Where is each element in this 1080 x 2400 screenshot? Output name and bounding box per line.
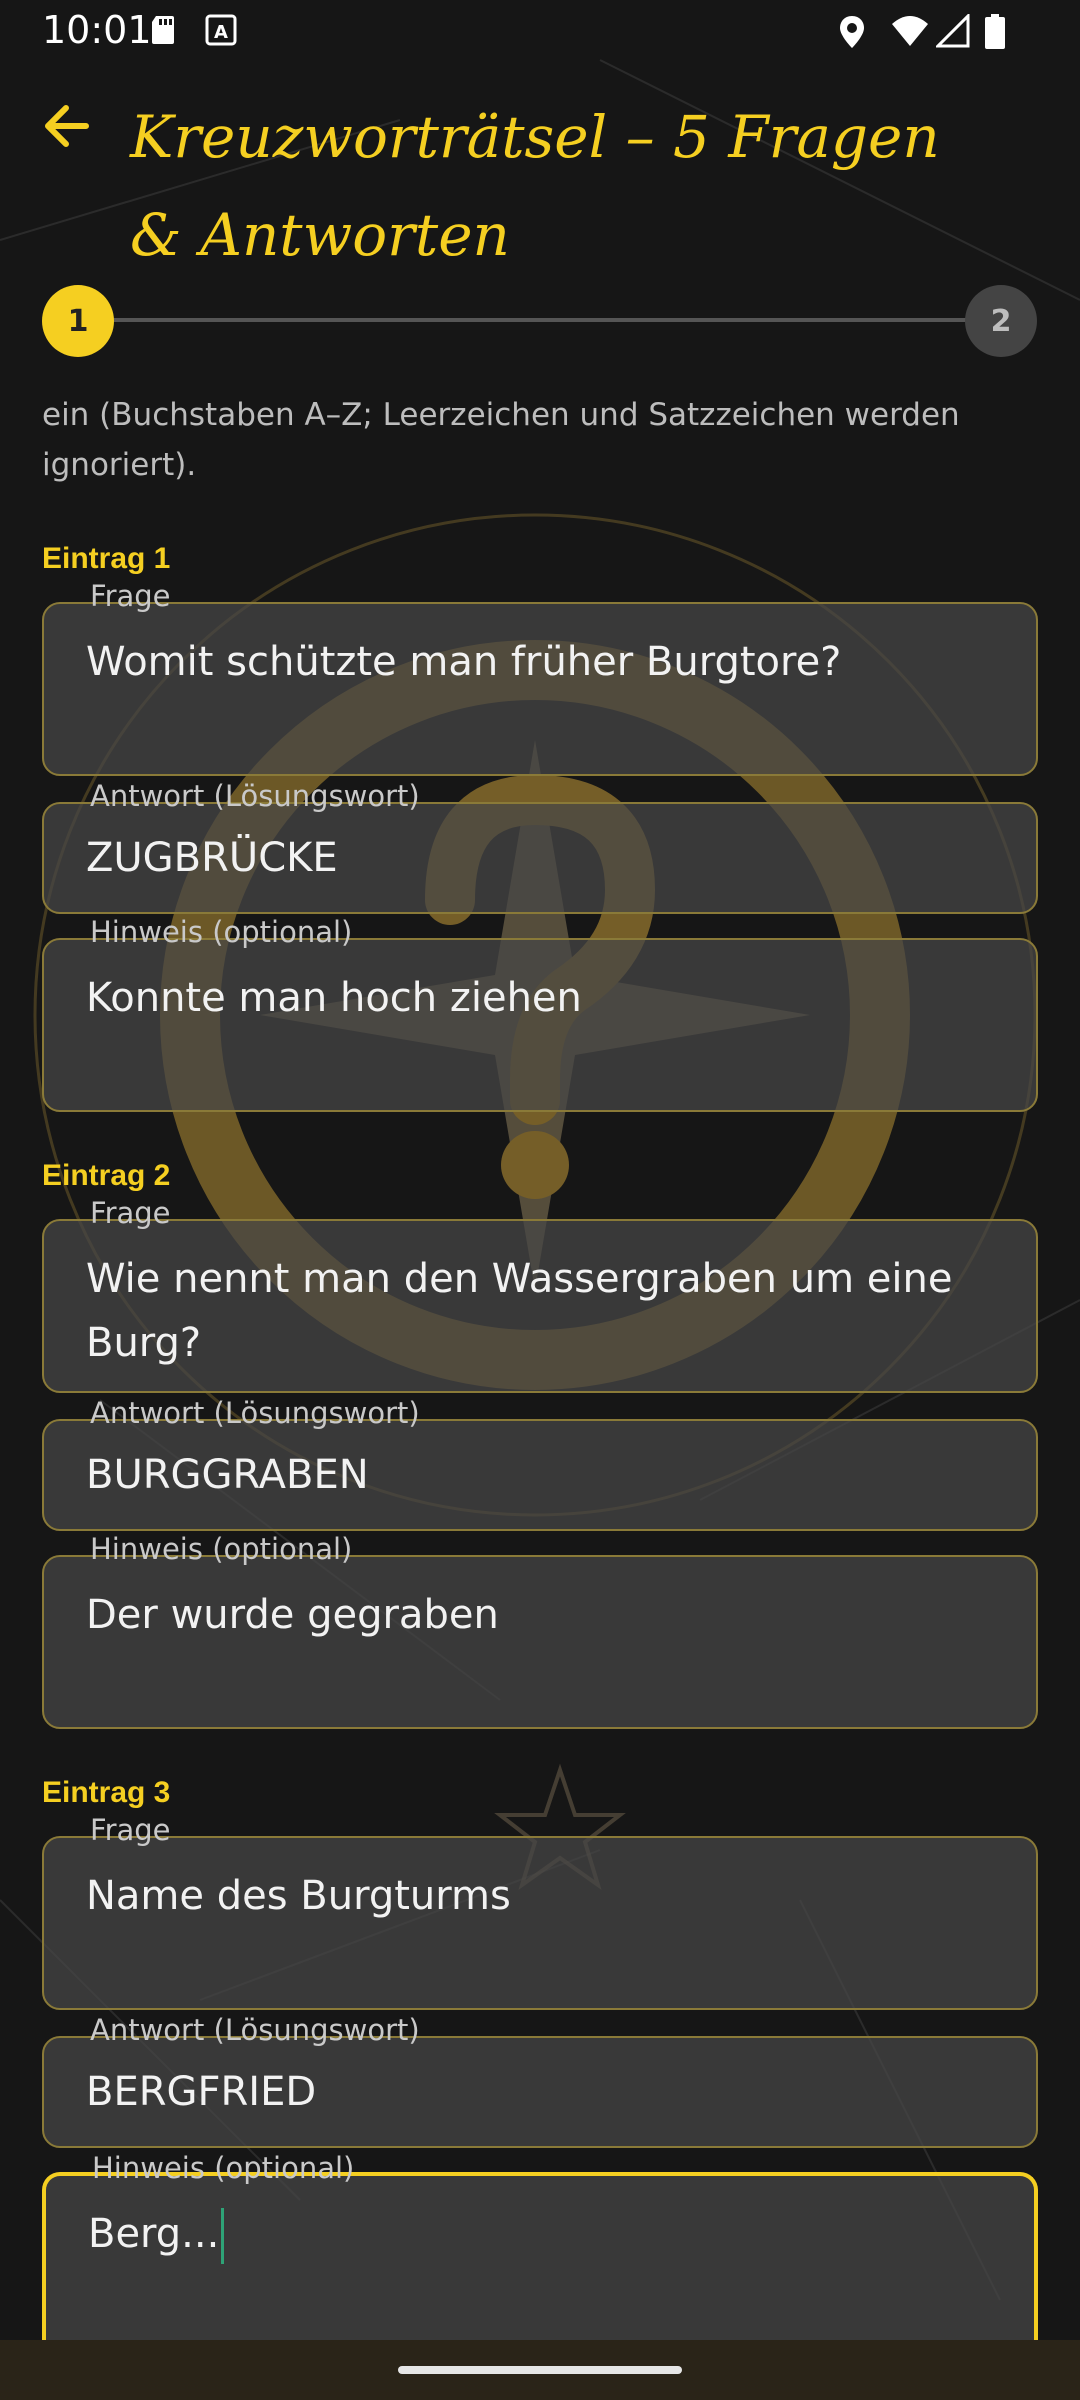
hint-label: Hinweis (optional): [90, 915, 353, 949]
answer-label: Antwort (Lösungswort): [90, 779, 420, 813]
hint-value: Berg...: [88, 2202, 994, 2266]
location-icon: [840, 16, 864, 48]
entry-1-label: Eintrag 1: [42, 542, 171, 575]
instructions-text: ein (Buchstaben A–Z; Leerzeichen und Sat…: [42, 397, 960, 483]
back-arrow-icon[interactable]: [36, 96, 96, 156]
question-label: Frage: [90, 1196, 171, 1230]
entry-1-question-field[interactable]: Frage Womit schützte man früher Burgtore…: [42, 579, 1038, 776]
entry-1-hint-field[interactable]: Hinweis (optional) Konnte man hoch ziehe…: [42, 915, 1038, 1112]
answer-value: BERGFRIED: [86, 2069, 317, 2115]
entry-2-hint-field[interactable]: Hinweis (optional) Der wurde gegraben: [42, 1532, 1038, 1729]
answer-value: ZUGBRÜCKE: [86, 835, 338, 881]
hint-value: Konnte man hoch ziehen: [86, 975, 582, 1021]
entry-3-hint-field[interactable]: Hinweis (optional) Berg...: [42, 2151, 1038, 2340]
status-bar: 10:01 A: [0, 0, 1080, 64]
status-time: 10:01: [42, 8, 152, 52]
hint-label: Hinweis (optional): [92, 2151, 355, 2185]
battery-icon: [985, 14, 1005, 49]
page-title: Kreuzworträtsel – 5 Fragen & Antworten: [130, 103, 940, 269]
question-label: Frage: [90, 1813, 171, 1847]
entry-2-answer-field[interactable]: Antwort (Lösungswort) BURGGRABEN: [42, 1396, 1038, 1531]
question-value: Wie nennt man den Wassergraben um eine B…: [86, 1256, 953, 1366]
answer-label: Antwort (Lösungswort): [90, 1396, 420, 1430]
entry-3-answer-field[interactable]: Antwort (Lösungswort) BERGFRIED: [42, 2013, 1038, 2148]
entry-1-answer-field[interactable]: Antwort (Lösungswort) ZUGBRÜCKE: [42, 779, 1038, 914]
step-2[interactable]: 2: [965, 285, 1037, 357]
entry-3-question-field[interactable]: Frage Name des Burgturms: [42, 1813, 1038, 2010]
stepper-line: [78, 318, 1002, 322]
hint-value: Der wurde gegraben: [86, 1592, 499, 1638]
sd-card-icon: [152, 16, 174, 44]
svg-text:A: A: [214, 22, 228, 43]
hint-label: Hinweis (optional): [90, 1532, 353, 1566]
answer-value: BURGGRABEN: [86, 1452, 369, 1498]
question-value: Name des Burgturms: [86, 1873, 511, 1919]
entry-3-label: Eintrag 3: [42, 1776, 171, 1809]
wifi-icon: [892, 16, 928, 46]
entry-2-label: Eintrag 2: [42, 1159, 171, 1192]
text-cursor: [221, 2208, 225, 2264]
step-1[interactable]: 1: [42, 285, 114, 357]
font-a-icon: A: [205, 14, 237, 46]
question-label: Frage: [90, 579, 171, 613]
answer-label: Antwort (Lösungswort): [90, 2013, 420, 2047]
home-indicator[interactable]: [398, 2366, 682, 2374]
signal-icon: [936, 14, 970, 48]
entry-2-question-field[interactable]: Frage Wie nennt man den Wassergraben um …: [42, 1196, 1038, 1393]
question-value: Womit schützte man früher Burgtore?: [86, 639, 842, 685]
